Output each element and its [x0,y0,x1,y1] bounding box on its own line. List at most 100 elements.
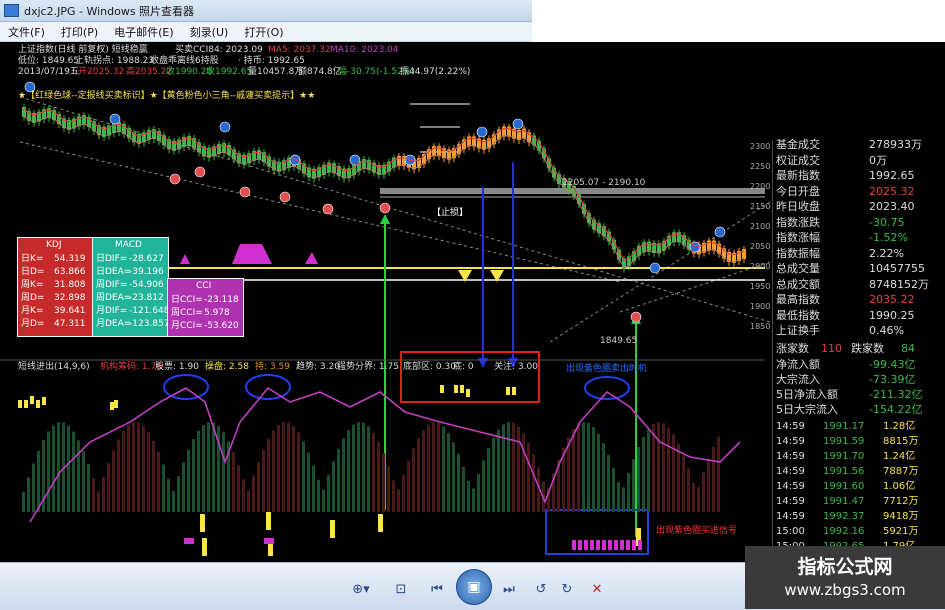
window-titlebar: dxjc2.JPG - Windows 照片查看器 [0,0,532,22]
tick-amount: 1.24亿 [883,450,916,462]
indicator-bar [337,448,340,512]
indicator-bar [707,458,710,512]
yellow-signal-bar [200,514,205,532]
up-count: 110 [821,341,842,355]
menu-burn[interactable]: 刻录(U) [182,24,237,40]
box-row-label: 日DIF= [96,254,128,264]
next-button[interactable]: ⏭ [498,579,520,599]
box-row-value: 47.311 [54,319,86,329]
yellow-tick-bar [460,385,464,393]
indicator-bar [22,492,25,512]
indicator-bar [82,451,85,512]
indicator-bar [57,422,60,512]
indicator-bar [387,466,390,512]
yellow-tick-bar [454,385,458,393]
macd-box: MACD 日DIF= -28.627 日DEA= -39.196 周DIF= -54.90… [92,237,169,337]
box-row-label: 月K= [21,306,44,316]
quote-value: 8748152万 [869,277,929,291]
candle-body [22,107,26,117]
previous-button[interactable]: ⏮ [426,579,448,599]
indicator-bar [392,480,395,512]
indicator-bar [582,422,585,512]
indicator-bar [402,474,405,512]
indicator-bar [597,433,600,512]
indicator-bar [587,422,590,512]
purple-signal-bar [626,540,630,550]
indicator-bar [612,467,615,512]
quote-panel: 基金成交 278933万 权证成交 0万 最新指数 1992.65 今日开盘 2025.32 昨… [772,139,945,562]
annotation-sell: 出现紫色圈卖出时机 [566,364,648,374]
tick-price: 1991.47 [823,495,865,507]
signal-ball [476,126,488,138]
flow-label: 净流入额 [776,357,820,371]
indicator-bar [682,455,685,512]
indicator-bar [527,442,530,512]
indicator-bar [437,422,440,512]
chart-header-ma5: MA5: 2037.32 [268,45,331,55]
box-row-value: -23.812 [129,293,164,303]
indicator-bar [197,430,200,512]
box-row-label: 日DEA= [96,267,132,277]
purple-marker-3 [305,252,318,264]
yellow-tick-bar [24,400,28,408]
photo-viewer-icon [4,4,19,17]
menu-email[interactable]: 电子邮件(E) [106,24,182,40]
cci-title: CCI [196,281,212,291]
yellow-tick-bar [36,400,40,408]
purple-marker-2 [232,244,272,264]
actual-size-button[interactable]: ⊡ [390,579,412,599]
ind-item-8: 关注: 3.00 [494,362,538,372]
quote-label: 最新指数 [776,169,820,182]
indicator-bar [142,425,145,512]
kdj-box: KDJ 日K= 54.319 日D= 63.866 周K= 31.808 周D= 32.898… [17,237,94,337]
delete-button[interactable]: ✕ [586,579,608,599]
indicator-bar [382,453,385,512]
indicator-bar [182,462,185,512]
down-count: 84 [901,341,915,355]
menu-open[interactable]: 打开(O) [236,24,291,40]
flow-value: -154.22亿 [869,402,923,416]
quote-value: -1.52% [869,231,908,244]
indicator-bar [662,423,665,512]
signal-ball [109,113,121,125]
kdj-title: KDJ [46,240,62,250]
desktop-background [532,0,945,42]
indicator-bar [52,425,55,512]
signal-ball [322,203,334,215]
tick-price: 1992.37 [823,510,865,522]
indicator-bar [457,453,460,512]
slideshow-button[interactable]: ▣ [456,569,492,605]
quote-label: 今日开盘 [776,184,820,198]
box-row-value: -39.196 [129,267,164,277]
box-row-label: 周DEA= [96,293,132,303]
candle-body [742,248,746,259]
box-row-value: 5.978 [204,308,230,318]
indicator-header: 短线进出(14,9,6) [18,362,90,372]
indicator-bar [272,430,275,512]
menu-file[interactable]: 文件(F) [0,24,53,40]
purple-signal-bar [632,540,636,550]
quote-label: 最低指数 [776,308,820,322]
zoom-button[interactable]: ⊕▾ [346,579,376,599]
indicator-bar [92,477,95,512]
quote-value: 1990.25 [869,308,915,322]
indicator-bar [577,424,580,512]
menu-print[interactable]: 打印(P) [53,24,106,40]
price-tick: 2000 [750,262,771,271]
indicator-bar [487,447,490,512]
quote-label: 指数涨幅 [776,231,820,244]
indicator-bar [602,443,605,512]
rotate-left-button[interactable]: ↺ [530,579,552,599]
up-count-label: 涨家数 [776,341,809,355]
signal-ball [194,166,206,178]
indicator-bar [422,429,425,512]
ind-item-3: 持: 3.59 [255,362,290,372]
indicator-bar [187,449,190,512]
price-tick: 2200 [750,182,771,191]
indicator-bar [212,422,215,512]
ind-item-5: 强势分界: 1.75 [337,362,399,372]
indicator-bar [652,424,655,512]
tick-time: 14:59 [776,480,805,492]
purple-signal-bar [608,540,612,550]
rotate-right-button[interactable]: ↻ [556,579,578,599]
